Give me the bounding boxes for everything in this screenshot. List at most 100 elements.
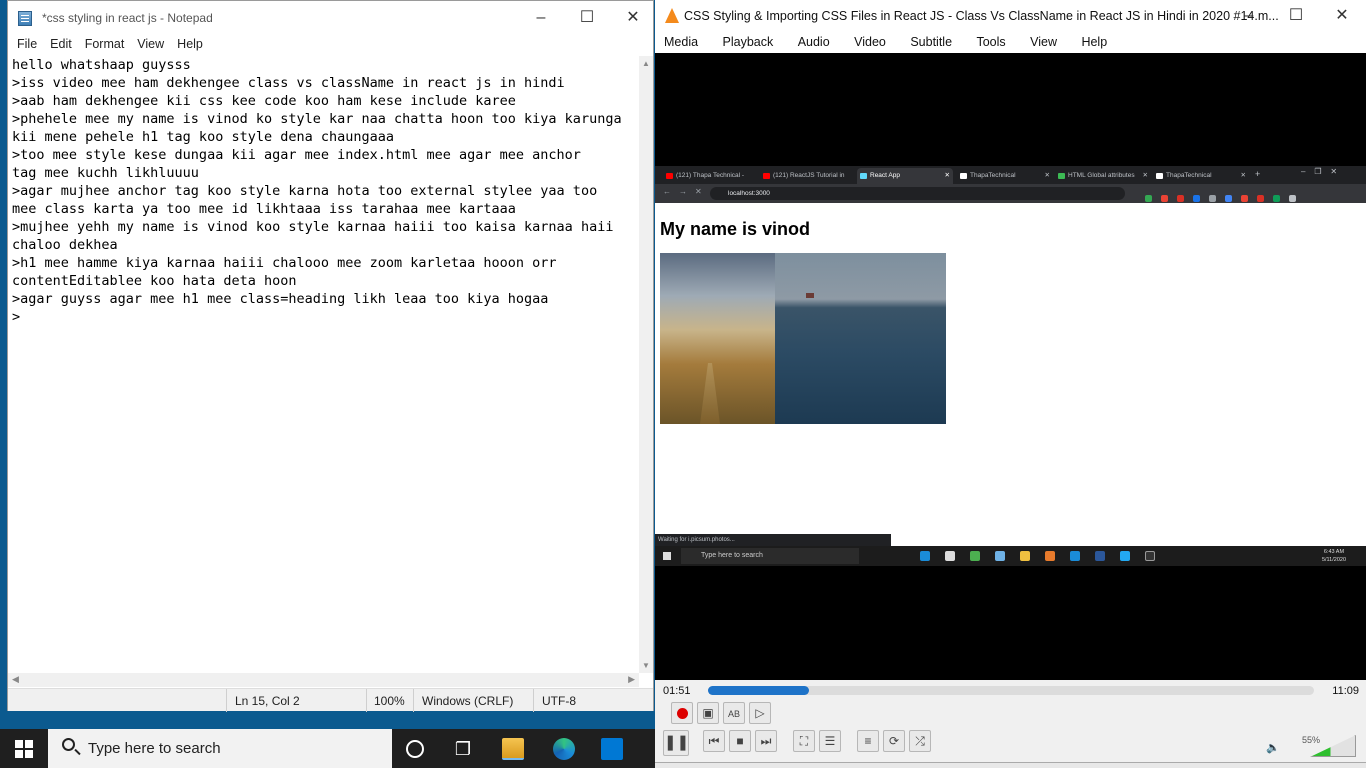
- snapshot-button[interactable]: ▣: [697, 702, 719, 724]
- vertical-scrollbar[interactable]: ▲ ▼: [639, 56, 653, 673]
- zoom-level: 100%: [374, 694, 405, 708]
- forward-icon: →: [679, 187, 687, 196]
- menu-subtitle[interactable]: Subtitle: [910, 32, 952, 49]
- browser-tab: HTML Global attributes ✕: [1055, 168, 1151, 184]
- record-button[interactable]: [671, 702, 693, 724]
- notepad-title-bar[interactable]: *css styling in react js - Notepad – ☐ ✕: [8, 1, 653, 35]
- stop-button[interactable]: ■: [729, 730, 751, 752]
- loop-ab-icon: AB: [727, 709, 740, 719]
- menu-help[interactable]: Help: [1081, 32, 1107, 49]
- vlc-status-bar: [655, 762, 1366, 768]
- scroll-down-icon[interactable]: ▼: [642, 661, 650, 670]
- menu-video[interactable]: Video: [854, 32, 886, 49]
- horizontal-scrollbar[interactable]: ◀ ▶: [8, 673, 639, 687]
- minimize-button[interactable]: –: [1226, 0, 1272, 33]
- windows-logo-icon: [663, 552, 671, 560]
- vlc-menu-bar: Media Playback Audio Video Subtitle Tool…: [655, 32, 1366, 53]
- sea-photo: [775, 253, 946, 424]
- vlc-window[interactable]: CSS Styling & Importing CSS Files in Rea…: [655, 0, 1366, 768]
- loop-button[interactable]: ⟳: [883, 730, 905, 752]
- playlist-button[interactable]: ≡: [857, 730, 879, 752]
- menu-media[interactable]: Media: [664, 32, 698, 49]
- page-heading: My name is vinod: [660, 219, 811, 239]
- taskbar-search-box[interactable]: Type here to search: [48, 729, 392, 768]
- notepad-window[interactable]: *css styling in react js - Notepad – ☐ ✕…: [7, 0, 654, 712]
- task-view-icon[interactable]: ❐: [452, 738, 474, 760]
- edge-icon[interactable]: [553, 738, 575, 760]
- shuffle-button[interactable]: ⤮: [909, 730, 931, 752]
- maximize-button[interactable]: ☐: [564, 1, 610, 35]
- react-app-page: My name is vinod: [655, 203, 1366, 534]
- text-line: kii mene pehele h1 tag koo style dena ch…: [12, 129, 395, 145]
- text-line: >agar mujhee anchor tag koo style karna …: [12, 183, 598, 199]
- menu-playback[interactable]: Playback: [723, 32, 774, 49]
- mdn-icon: [1058, 173, 1065, 179]
- playlist-icon: ≡: [864, 734, 872, 748]
- scroll-up-icon[interactable]: ▲: [642, 59, 650, 68]
- app-icon: [1045, 551, 1055, 561]
- browser-tab: ThapaTechnical ✕: [1153, 168, 1249, 184]
- stop-icon: ■: [736, 734, 744, 748]
- minimize-button[interactable]: –: [518, 1, 564, 35]
- browser-status-text: Waiting for i.picsum.photos...: [655, 534, 891, 546]
- menu-view[interactable]: View: [1030, 32, 1057, 49]
- browser-tab-bar: (121) Thapa Technical - (121) ReactJS Tu…: [655, 166, 1366, 184]
- video-taskbar-search: Type here to search: [681, 548, 859, 564]
- back-icon: ←: [663, 187, 671, 196]
- camera-icon: ▣: [702, 706, 714, 720]
- menu-audio[interactable]: Audio: [798, 32, 830, 49]
- frame-step-button[interactable]: ▷: [749, 702, 771, 724]
- vlc-cone-icon: [665, 8, 679, 23]
- menu-help[interactable]: Help: [173, 35, 207, 53]
- notepad-text-area[interactable]: hello whatshaap guysss >iss video mee ham…: [8, 56, 639, 673]
- notepad-menu-bar: File Edit Format View Help: [8, 35, 653, 55]
- seek-bar[interactable]: [708, 686, 1314, 695]
- vlc-controls: 01:51 11:09 ▣ AB ▷ ❚❚ ⏮ ■ ⏭ ⛶ ☰ ≡ ⟳ ⤮ 🔈 …: [655, 680, 1366, 768]
- file-explorer-icon[interactable]: [502, 738, 524, 760]
- scroll-right-icon[interactable]: ▶: [628, 674, 635, 685]
- menu-edit[interactable]: Edit: [46, 35, 76, 53]
- encoding: UTF-8: [542, 694, 576, 708]
- fullscreen-button[interactable]: ⛶: [793, 730, 815, 752]
- speaker-icon[interactable]: 🔈: [1266, 741, 1280, 754]
- extended-settings-button[interactable]: ☰: [819, 730, 841, 752]
- url-field: localhost:3000: [710, 187, 1125, 200]
- page-icon: [1156, 173, 1163, 179]
- previous-button[interactable]: ⏮: [703, 730, 725, 752]
- close-button[interactable]: ✕: [1319, 0, 1365, 33]
- equalizer-icon: ☰: [824, 734, 836, 748]
- search-icon: [62, 738, 75, 751]
- word-icon: [1095, 551, 1105, 561]
- close-button[interactable]: ✕: [610, 1, 656, 35]
- text-line: >iss video mee ham dekhengee class vs cl…: [12, 75, 565, 91]
- text-line: >agar guyss agar mee h1 mee class=headin…: [12, 291, 549, 307]
- loop-icon: ⟳: [888, 734, 900, 748]
- notepad-status-bar: Ln 15, Col 2 100% Windows (CRLF) UTF-8: [8, 688, 653, 712]
- menu-tools[interactable]: Tools: [976, 32, 1005, 49]
- menu-format[interactable]: Format: [81, 35, 129, 53]
- next-button[interactable]: ⏭: [755, 730, 777, 752]
- menu-file[interactable]: File: [13, 35, 41, 53]
- loop-ab-button[interactable]: AB: [723, 702, 745, 724]
- video-taskbar-clock: 6:43 AM 5/11/2020: [1321, 549, 1346, 563]
- cortana-icon[interactable]: [406, 740, 424, 758]
- record-icon: [677, 708, 688, 719]
- menu-view[interactable]: View: [133, 35, 168, 53]
- text-line: contentEditablee koo hata deta hoon: [12, 273, 297, 289]
- vlc-title-bar[interactable]: CSS Styling & Importing CSS Files in Rea…: [655, 0, 1366, 32]
- text-line: >: [12, 309, 21, 325]
- pause-icon: ❚❚: [664, 734, 690, 751]
- app-icon: [995, 551, 1005, 561]
- browser-tab: ThapaTechnical ✕: [957, 168, 1053, 184]
- mail-icon[interactable]: [601, 738, 623, 760]
- maximize-button[interactable]: ☐: [1273, 0, 1319, 33]
- pause-button[interactable]: ❚❚: [663, 730, 689, 756]
- search-placeholder: Type here to search: [88, 740, 221, 757]
- text-line: >h1 mee hamme kiya karnaa haiii chalooo …: [12, 255, 557, 271]
- scroll-left-icon[interactable]: ◀: [12, 674, 19, 685]
- start-button[interactable]: [15, 740, 33, 758]
- text-line: mee class karta ya too mee id likhtaaa i…: [12, 201, 516, 217]
- text-line: hello whatshaap guysss: [12, 57, 191, 73]
- text-line: chaloo dekhea: [12, 237, 118, 253]
- windows-taskbar: Type here to search ❐: [0, 729, 655, 768]
